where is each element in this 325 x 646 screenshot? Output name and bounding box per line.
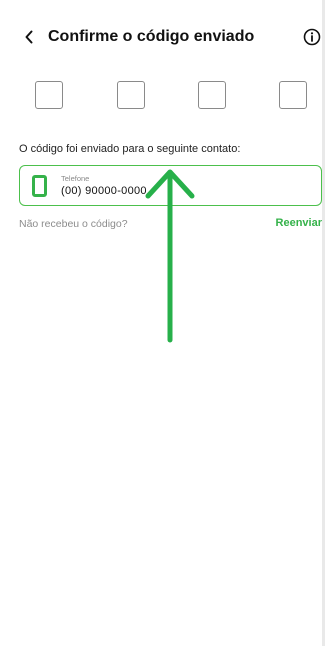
back-button[interactable] (18, 24, 40, 50)
resend-button[interactable]: Reenviar (276, 217, 322, 229)
phone-icon (32, 175, 47, 197)
code-digit-input-3[interactable] (198, 81, 226, 109)
page-title: Confirme o código enviado (48, 28, 255, 45)
header: Confirme o código enviado (0, 22, 322, 52)
code-digit-input-4[interactable] (279, 81, 307, 109)
code-digit-input-1[interactable] (35, 81, 63, 109)
not-received-text: Não recebeu o código? (19, 218, 128, 230)
chevron-left-icon (25, 30, 33, 44)
info-circle-icon (303, 28, 321, 46)
annotation-arrow (145, 169, 195, 343)
verification-screen: Confirme o código enviado O código foi e… (0, 0, 322, 646)
code-digit-input-2[interactable] (117, 81, 145, 109)
code-sent-text: O código foi enviado para o seguinte con… (19, 143, 241, 155)
info-button[interactable] (301, 26, 322, 48)
contact-type-label: Telefone (61, 174, 90, 183)
